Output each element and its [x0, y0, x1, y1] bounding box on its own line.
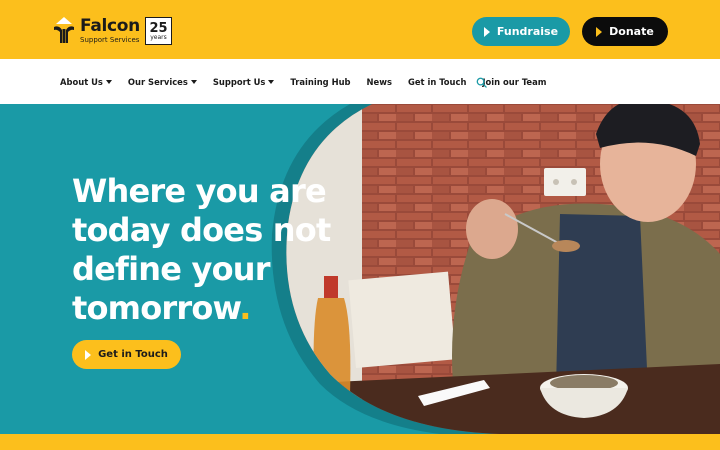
nav-item-join-our-team[interactable]: Join our Team [482, 77, 546, 87]
donate-button[interactable]: Donate [582, 17, 668, 46]
search-icon[interactable] [476, 77, 487, 88]
bottom-band [0, 434, 720, 450]
nav-item-training-hub[interactable]: Training Hub [290, 77, 350, 87]
brand-name: Falcon [80, 16, 140, 36]
donate-label: Donate [609, 25, 654, 38]
badge-number: 25 [149, 20, 168, 36]
hero-section: Where you are today does not define your… [0, 104, 720, 434]
cta-label: Get in Touch [98, 349, 168, 360]
badge-years: years [150, 33, 167, 41]
main-navigation: About Us Our Services Support Us Trainin… [0, 59, 720, 104]
nav-item-get-in-touch[interactable]: Get in Touch [408, 77, 466, 87]
falcon-logo[interactable]: Falcon Support Services 25 years [52, 15, 172, 47]
brand-tagline: Support Services [80, 36, 140, 44]
fundraise-label: Fundraise [496, 25, 559, 38]
top-header: Falcon Support Services 25 years Fundrai… [0, 0, 720, 59]
nav-list: About Us Our Services Support Us Trainin… [60, 59, 562, 104]
nav-item-about-us[interactable]: About Us [60, 77, 112, 87]
play-arrow-icon [483, 26, 490, 37]
hero-headline: Where you are today does not define your… [72, 172, 331, 327]
fundraise-button[interactable]: Fundraise [472, 17, 570, 46]
caret-down-icon [268, 79, 275, 84]
caret-down-icon [190, 79, 197, 84]
caret-down-icon [105, 79, 112, 84]
nav-item-our-services[interactable]: Our Services [128, 77, 197, 87]
get-in-touch-button[interactable]: Get in Touch [72, 340, 181, 369]
headline-period: . [239, 289, 251, 327]
play-arrow-icon [85, 349, 92, 360]
play-arrow-icon [596, 26, 603, 37]
nav-item-news[interactable]: News [367, 77, 392, 87]
anniversary-badge: 25 years [144, 17, 172, 45]
nav-item-support-us[interactable]: Support Us [213, 77, 275, 87]
falcon-bird-icon [54, 17, 74, 43]
